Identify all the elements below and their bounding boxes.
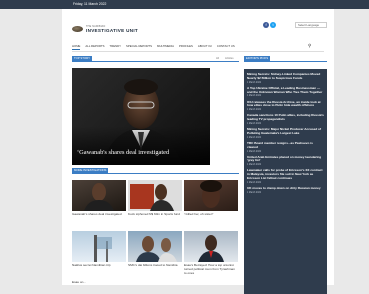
- editors-picks-list: Mining Secrets: Sidney-Linked Companies …: [244, 69, 327, 294]
- nav-trendy[interactable]: TRENDY: [110, 44, 122, 50]
- site-container: THE NAMIBIAN INVESTIGATIVE UNIT f t Sele…: [62, 9, 334, 294]
- story-card[interactable]: Nakilus secret Namibian trip: [72, 231, 126, 267]
- story-thumbnail: [184, 231, 238, 262]
- top-date-bar: Friday, 11 March 2022: [0, 0, 369, 9]
- story-thumbnail: [72, 231, 126, 262]
- pick-title: Lawmaker calls for probe of Ericsson's X…: [247, 168, 323, 181]
- pick-title: UK moves to clamp down on dirty Russian …: [247, 186, 321, 191]
- nav-contact[interactable]: CONTACT US: [217, 44, 235, 50]
- site-logo[interactable]: THE NAMIBIAN INVESTIGATIVE UNIT: [72, 25, 138, 33]
- nav-divider: [72, 51, 324, 52]
- pick-title: Mining Secrets: Sidney-Linked Companies …: [247, 72, 321, 80]
- top-story-image[interactable]: ‘Gawanab's shares deal investigated: [72, 68, 210, 165]
- list-item[interactable]: ICIJ releases the Russia Archive, an ins…: [247, 99, 324, 112]
- pick-date: 1 March 2022: [247, 81, 262, 84]
- nav-home[interactable]: HOME: [72, 44, 81, 50]
- list-item[interactable]: A Top Ukraine Official, a Leading Busine…: [247, 85, 324, 98]
- pick-title: ICIJ releases the Russia Archive, an ins…: [247, 99, 321, 108]
- logo-main-text: INVESTIGATIVE UNIT: [86, 28, 139, 33]
- list-item[interactable]: United Arab Emirates placed on money lau…: [247, 154, 324, 167]
- filter-all[interactable]: All: [216, 57, 219, 60]
- social-links: f t: [263, 22, 276, 28]
- logo-emblem-icon: [72, 26, 83, 32]
- list-item[interactable]: Canada sanctions 10 Putin allies, includ…: [247, 114, 324, 125]
- story-thumbnail: [128, 180, 182, 211]
- story-card[interactable]: SMC's dai billions traced to Namibia: [128, 231, 182, 267]
- pick-date: 1 March 2022: [247, 150, 262, 153]
- story-card[interactable]: Esau on...: [72, 279, 126, 285]
- story-card[interactable]: Esau's Betrayed: How a top unionist turn…: [184, 231, 238, 275]
- page: Friday, 11 March 2022 THE NAMIBIAN INVES…: [0, 0, 369, 294]
- story-thumbnail: [72, 180, 126, 211]
- language-select[interactable]: Select Language: [295, 22, 327, 28]
- story-title: Kock siphoned N$ 60m in Sports fund: [128, 212, 180, 216]
- list-item[interactable]: TRC Board member resigns...as Pashuevo i…: [247, 140, 324, 153]
- main-nav: HOME ALL REPORTS TRENDY SPECIAL REPORTS …: [72, 44, 235, 50]
- pick-date: 1 March 2022: [247, 181, 262, 184]
- top-story-headline[interactable]: ‘Gawanab's shares deal investigated: [77, 149, 169, 156]
- editors-picks-underline: [244, 61, 327, 62]
- story-card[interactable]: Kock siphoned N$ 60m in Sports fund: [128, 180, 182, 216]
- more-investigations-underline: [72, 173, 239, 174]
- list-item[interactable]: Mining Secrets: Sidney-Linked Companies …: [247, 72, 324, 84]
- list-item[interactable]: UK moves to clamp down on dirty Russian …: [247, 186, 324, 194]
- pick-title: Mining Secrets: Major Nickel Producer Ac…: [247, 127, 321, 135]
- current-date: Friday, 11 March 2022: [73, 2, 107, 6]
- pick-title: United Arab Emirates placed on money lau…: [247, 154, 322, 163]
- pick-title: A Top Ukraine Official, a Leading Busine…: [247, 85, 323, 94]
- list-item[interactable]: Mining Secrets: Major Nickel Producer Ac…: [247, 127, 324, 139]
- story-title: Esau on...: [72, 280, 86, 284]
- pick-date: 1 March 2022: [247, 191, 262, 194]
- pick-title: Canada sanctions 10 Putin allies, includ…: [247, 113, 324, 122]
- story-title: Nakilus secret Namibian trip: [72, 263, 111, 267]
- top-story-underline: [72, 61, 239, 62]
- facebook-icon[interactable]: f: [263, 22, 269, 28]
- filter-articles[interactable]: Articles: [225, 57, 234, 60]
- pick-date: 1 March 2022: [247, 122, 262, 125]
- story-thumbnail: [184, 180, 238, 211]
- story-title: Esau's Betrayed: How a top unionist turn…: [184, 263, 235, 275]
- story-title: Gawanab's shares deal investigated: [72, 212, 122, 216]
- story-title: 'I killed her, oh sister!': [184, 212, 214, 216]
- nav-multimedia[interactable]: MULTIMEDIA: [157, 44, 174, 50]
- nav-all-reports[interactable]: ALL REPORTS: [85, 44, 104, 50]
- story-card[interactable]: 'I killed her, oh sister!': [184, 180, 238, 216]
- nav-profiles[interactable]: PROFILES: [179, 44, 193, 50]
- pick-date: 1 March 2022: [247, 136, 262, 139]
- pick-date: 1 March 2022: [247, 164, 262, 167]
- list-item[interactable]: Lawmaker calls for probe of Ericsson's X…: [247, 168, 324, 184]
- nav-special-reports[interactable]: SPECIAL REPORTS: [126, 44, 152, 50]
- story-title: SMC's dai billions traced to Namibia: [128, 263, 178, 267]
- pick-title: TRC Board member resigns...as Pashuevo i…: [247, 140, 313, 149]
- story-thumbnail: [128, 231, 182, 262]
- search-icon[interactable]: ⚲: [308, 43, 311, 49]
- pick-date: 1 March 2022: [247, 109, 262, 112]
- pick-date: 1 March 2022: [247, 95, 262, 98]
- nav-about[interactable]: ABOUT IIU: [198, 44, 212, 50]
- twitter-icon[interactable]: t: [270, 22, 276, 28]
- story-card[interactable]: Gawanab's shares deal investigated: [72, 180, 126, 216]
